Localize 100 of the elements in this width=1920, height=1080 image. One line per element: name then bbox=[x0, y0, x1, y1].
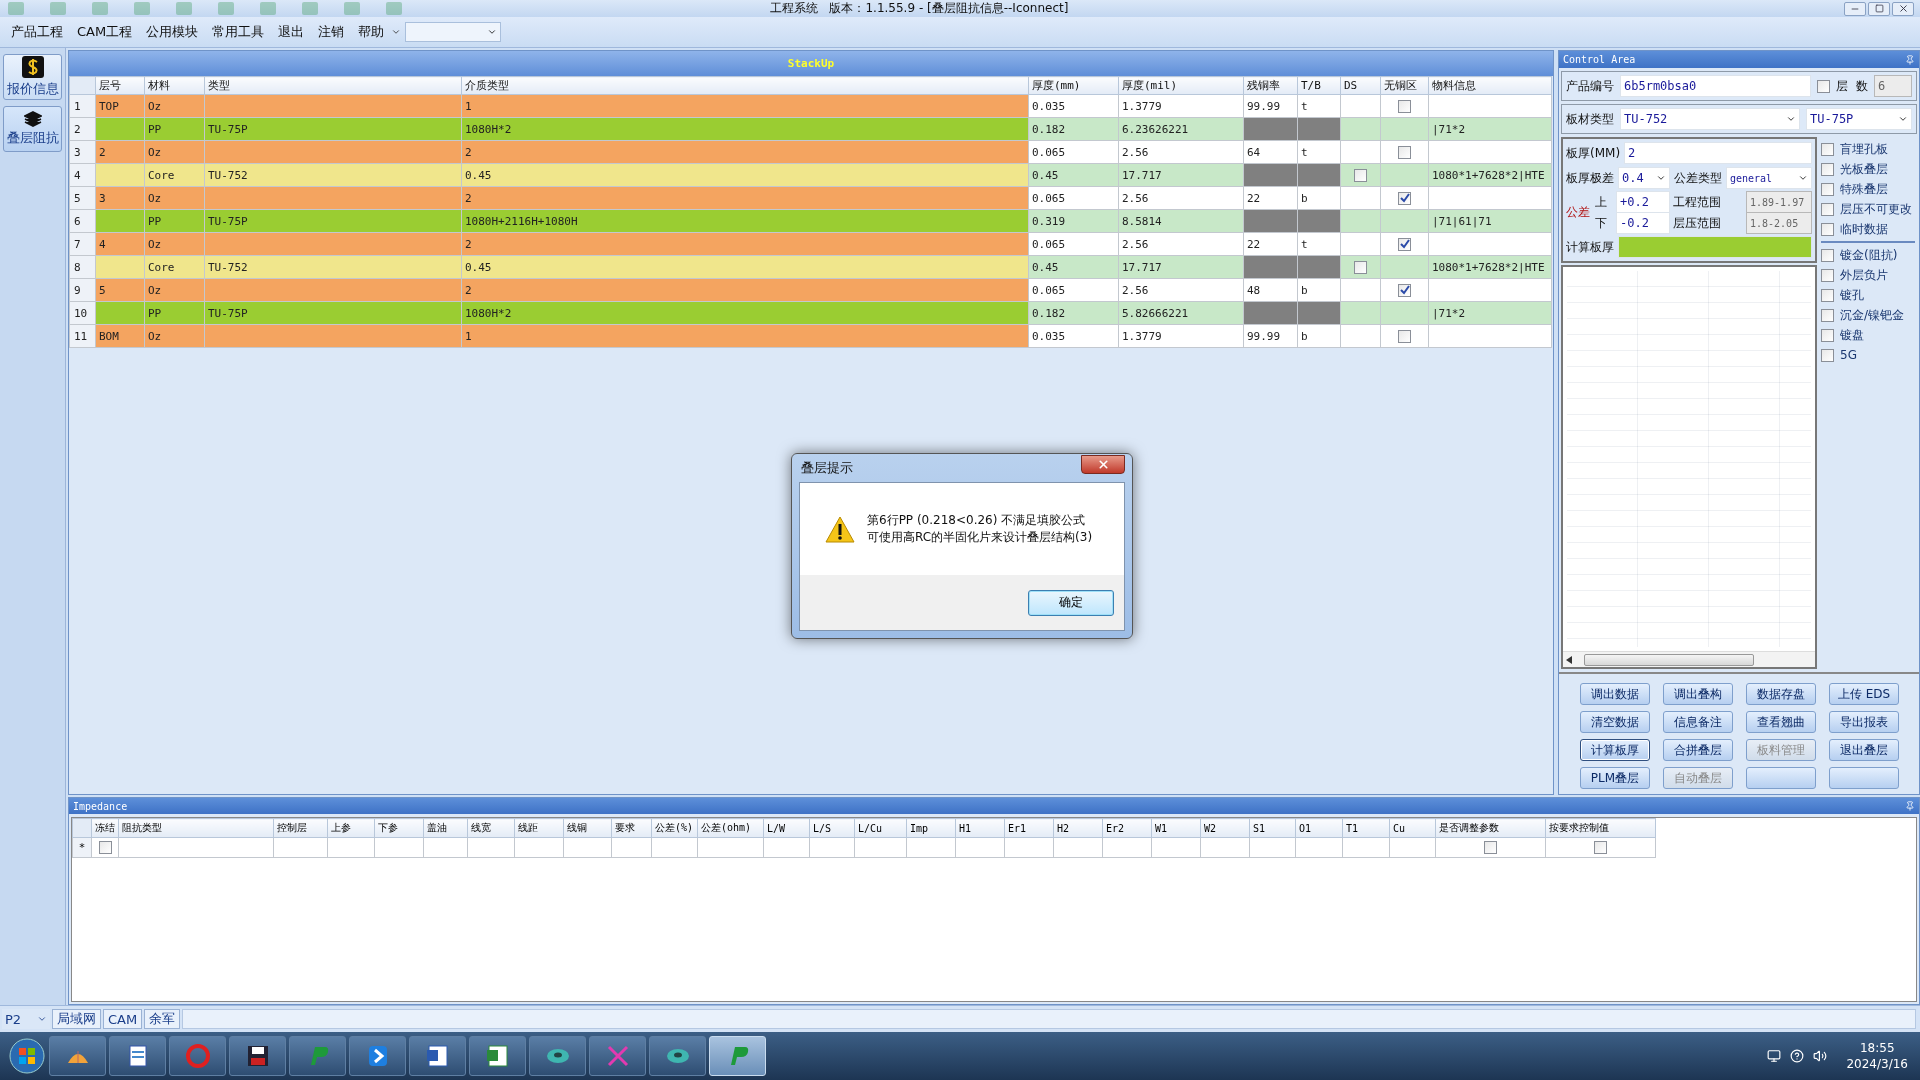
dropdown-field[interactable]: 0.4 bbox=[1618, 167, 1670, 189]
ok-button[interactable]: 确定 bbox=[1028, 589, 1114, 616]
clock[interactable]: 18:55 2024/3/16 bbox=[1846, 1040, 1908, 1072]
status-tab[interactable]: 局域网 bbox=[52, 1009, 101, 1029]
caret-icon[interactable] bbox=[1656, 173, 1666, 183]
caret-icon[interactable] bbox=[1798, 173, 1808, 183]
menu-item[interactable]: 注销 bbox=[311, 23, 352, 41]
action-button[interactable]: 计算板厚 bbox=[1580, 739, 1650, 761]
checkbox[interactable] bbox=[1821, 248, 1834, 262]
input-field[interactable]: 1.89-1.97 bbox=[1746, 191, 1812, 213]
input-field[interactable]: 2 bbox=[1624, 142, 1812, 164]
column-header[interactable]: L/Cu bbox=[854, 818, 907, 838]
menu-item[interactable]: CAM工程 bbox=[70, 23, 140, 41]
checkbox[interactable] bbox=[1398, 283, 1411, 297]
column-header[interactable]: W2 bbox=[1200, 818, 1250, 838]
column-header[interactable]: Er1 bbox=[1004, 818, 1054, 838]
column-header[interactable]: H1 bbox=[955, 818, 1005, 838]
dropdown-field[interactable]: TU-752 bbox=[1620, 108, 1800, 130]
minimize-button[interactable] bbox=[1844, 1, 1866, 16]
column-header[interactable]: T1 bbox=[1342, 818, 1390, 838]
column-header[interactable]: 要求 bbox=[611, 818, 652, 838]
column-header[interactable]: 线宽 bbox=[467, 818, 515, 838]
column-header[interactable]: Cu bbox=[1389, 818, 1436, 838]
checkbox[interactable] bbox=[1821, 268, 1834, 282]
menu-item[interactable]: 公用模块 bbox=[139, 23, 206, 41]
column-header[interactable]: 控制层 bbox=[273, 818, 328, 838]
checkbox[interactable] bbox=[1821, 142, 1834, 156]
checkbox[interactable] bbox=[1821, 308, 1834, 322]
column-header[interactable]: 盖油 bbox=[423, 818, 468, 838]
column-header[interactable]: 类型 bbox=[204, 76, 462, 95]
checkbox[interactable] bbox=[1821, 288, 1834, 302]
taskbar-button[interactable] bbox=[349, 1036, 406, 1076]
checkbox[interactable] bbox=[1817, 79, 1831, 93]
sidebar-button[interactable]: 叠层阻抗 bbox=[3, 106, 62, 152]
action-button[interactable]: PLM叠层 bbox=[1580, 767, 1650, 789]
corner-cell[interactable] bbox=[72, 818, 92, 838]
column-header[interactable]: T/B bbox=[1297, 76, 1341, 95]
column-header[interactable]: Imp bbox=[906, 818, 956, 838]
taskbar-button[interactable] bbox=[409, 1036, 466, 1076]
column-header[interactable]: 材料 bbox=[144, 76, 205, 95]
volume-icon[interactable] bbox=[1813, 1049, 1828, 1063]
dropdown-field[interactable]: P2 bbox=[2, 1009, 50, 1029]
column-header[interactable]: DS bbox=[1340, 76, 1381, 95]
caret-icon[interactable] bbox=[391, 27, 402, 37]
menu-item[interactable]: 退出 bbox=[271, 23, 312, 41]
checkbox[interactable] bbox=[1398, 145, 1411, 159]
action-button[interactable]: 退出叠层 bbox=[1829, 739, 1899, 761]
checkbox[interactable] bbox=[1354, 168, 1367, 182]
column-header[interactable]: 公差(%) bbox=[651, 818, 698, 838]
column-header[interactable]: 线铜 bbox=[563, 818, 612, 838]
pin-icon[interactable] bbox=[1905, 54, 1915, 65]
caret-icon[interactable] bbox=[1786, 114, 1796, 124]
menu-item[interactable]: 产品工程 bbox=[4, 23, 70, 41]
input-field[interactable]: +0.2 bbox=[1616, 191, 1670, 213]
column-header[interactable]: 层号 bbox=[95, 76, 145, 95]
column-header[interactable]: 厚度(mil) bbox=[1118, 76, 1244, 95]
taskbar-button[interactable] bbox=[109, 1036, 166, 1076]
dropdown-field[interactable]: general bbox=[1726, 167, 1812, 189]
close-button[interactable] bbox=[1081, 454, 1125, 474]
checkbox[interactable] bbox=[1821, 182, 1834, 196]
checkbox[interactable] bbox=[1821, 162, 1834, 176]
column-header[interactable]: S1 bbox=[1249, 818, 1296, 838]
column-header[interactable]: 厚度(mm) bbox=[1028, 76, 1119, 95]
action-button[interactable]: 信息备注 bbox=[1663, 711, 1733, 733]
checkbox[interactable] bbox=[98, 841, 112, 854]
arrow-icon[interactable] bbox=[1566, 655, 1572, 664]
action-button[interactable]: 上传 EDS bbox=[1829, 683, 1899, 705]
column-header[interactable]: 介质类型 bbox=[461, 76, 1029, 95]
input-field[interactable] bbox=[1618, 236, 1812, 258]
help-icon[interactable] bbox=[1790, 1049, 1805, 1063]
column-header[interactable]: H2 bbox=[1053, 818, 1103, 838]
dropdown-field[interactable] bbox=[405, 22, 502, 42]
close-button[interactable] bbox=[1892, 1, 1914, 16]
column-header[interactable]: 冻结 bbox=[91, 818, 119, 838]
pin-icon[interactable] bbox=[1905, 801, 1915, 811]
column-header[interactable]: 物料信息 bbox=[1428, 76, 1552, 95]
column-header[interactable]: 残铜率 bbox=[1243, 76, 1298, 95]
menu-item[interactable]: 帮助 bbox=[351, 23, 392, 41]
action-button[interactable]: 清空数据 bbox=[1580, 711, 1650, 733]
start-button[interactable] bbox=[8, 1037, 46, 1075]
column-header[interactable]: 下参 bbox=[374, 818, 424, 838]
action-button[interactable]: 合拼叠层 bbox=[1663, 739, 1733, 761]
action-button[interactable]: 数据存盘 bbox=[1746, 683, 1816, 705]
checkbox[interactable] bbox=[1398, 237, 1411, 251]
column-header[interactable]: 是否调整参数 bbox=[1435, 818, 1546, 838]
input-field[interactable]: 1.8-2.05 bbox=[1746, 212, 1812, 234]
network-icon[interactable] bbox=[1767, 1049, 1782, 1063]
checkbox[interactable] bbox=[1398, 191, 1411, 205]
taskbar-button[interactable] bbox=[229, 1036, 286, 1076]
input-field[interactable]: 6b5rm0bsa0 bbox=[1620, 75, 1812, 97]
action-button[interactable]: 查看翘曲 bbox=[1746, 711, 1816, 733]
action-button[interactable]: 调出叠构 bbox=[1663, 683, 1733, 705]
column-header[interactable]: 阻抗类型 bbox=[118, 818, 274, 838]
input-field[interactable]: -0.2 bbox=[1616, 212, 1670, 234]
input-field[interactable]: 6 bbox=[1874, 75, 1912, 97]
horizontal-scrollbar[interactable] bbox=[1563, 651, 1815, 667]
checkbox[interactable] bbox=[1821, 222, 1834, 236]
checkbox[interactable] bbox=[1398, 329, 1411, 343]
checkbox[interactable] bbox=[1821, 202, 1834, 216]
checkbox[interactable] bbox=[1354, 260, 1367, 274]
